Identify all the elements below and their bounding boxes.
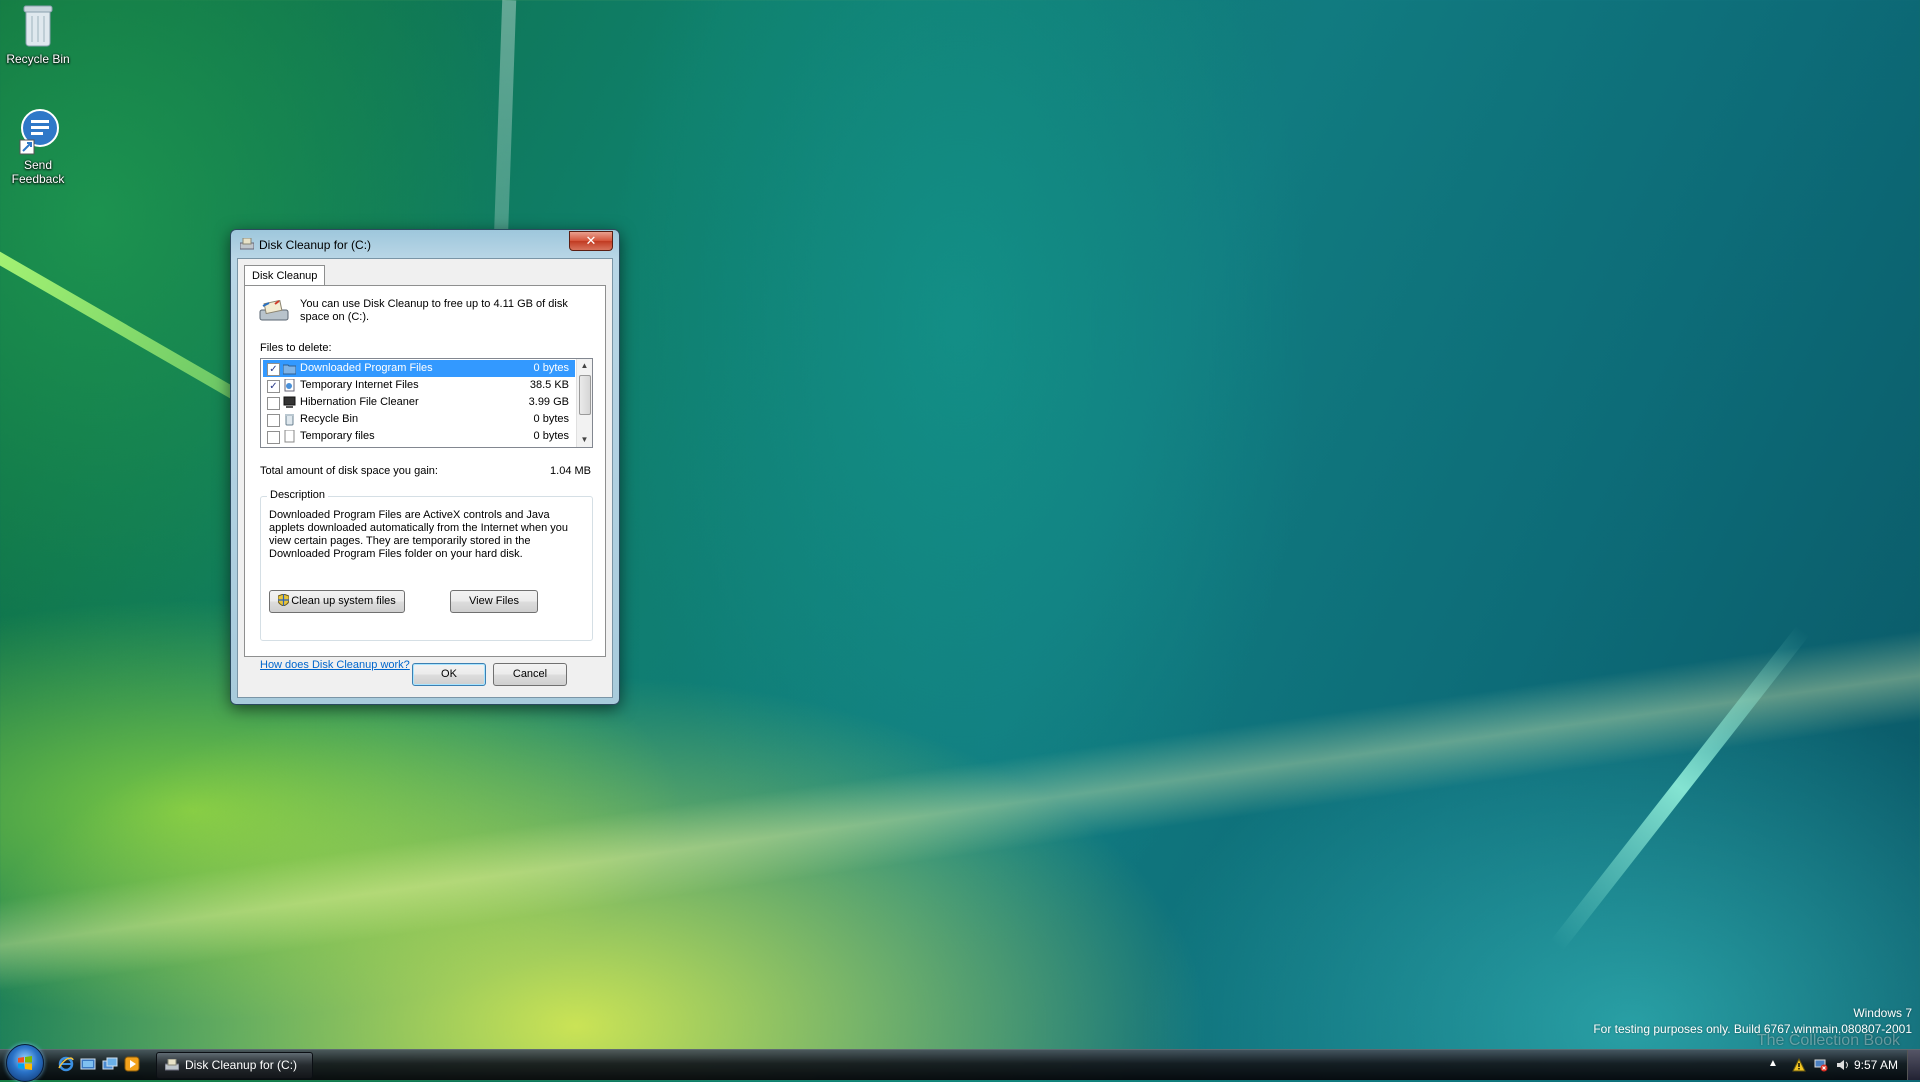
disk-cleanup-icon <box>240 238 254 250</box>
scroll-thumb[interactable] <box>579 375 591 415</box>
list-item[interactable]: Temporary files 0 bytes <box>263 428 575 445</box>
dialog-titlebar[interactable]: Disk Cleanup for (C:) ✕ <box>231 230 619 258</box>
view-files-button[interactable]: View Files <box>450 590 538 613</box>
disk-cleanup-icon <box>165 1059 179 1071</box>
scroll-up-arrow-icon[interactable]: ▲ <box>577 359 592 373</box>
clean-up-system-files-label: Clean up system files <box>291 595 396 607</box>
feedback-icon <box>19 109 59 155</box>
desktop-icon-label: Recycle Bin <box>6 52 70 66</box>
clock[interactable]: 9:57 AM <box>1854 1058 1898 1072</box>
list-item-name: Temporary Internet Files <box>300 379 419 391</box>
checkbox[interactable]: ✓ <box>267 363 280 376</box>
file-icon <box>284 430 295 443</box>
internet-explorer-icon[interactable] <box>58 1056 74 1072</box>
tab-disk-cleanup[interactable]: Disk Cleanup <box>244 265 326 286</box>
recycle-bin-icon <box>23 5 53 47</box>
recycle-bin-icon <box>285 414 294 426</box>
close-button[interactable]: ✕ <box>569 231 613 251</box>
list-item-size: 38.5 KB <box>529 379 569 391</box>
volume-icon[interactable] <box>1836 1058 1850 1072</box>
description-group: Description Downloaded Program Files are… <box>260 489 593 641</box>
cancel-button[interactable]: Cancel <box>493 663 567 686</box>
notification-area: ▲ 9:57 AM <box>1720 1050 1920 1080</box>
uac-shield-icon <box>278 594 290 606</box>
taskbar-button-disk-cleanup[interactable]: Disk Cleanup for (C:) <box>156 1052 313 1079</box>
desktop-icon-label: Send <box>23 158 53 172</box>
clean-up-system-files-button[interactable]: Clean up system files <box>269 590 405 613</box>
media-player-icon[interactable] <box>124 1056 140 1072</box>
list-item-name: Temporary files <box>300 430 375 442</box>
desktop-icon-label: Feedback <box>11 172 65 186</box>
taskbar-button-label: Disk Cleanup for (C:) <box>185 1058 298 1072</box>
intro-text: You can use Disk Cleanup to free up to 4… <box>300 298 568 323</box>
desktop-icon-recycle-bin[interactable]: Recycle Bin <box>0 2 78 66</box>
watermark-overlay: The Collection Book <box>1756 1032 1900 1049</box>
show-desktop-button[interactable] <box>1907 1050 1920 1080</box>
disk-cleanup-dialog: Disk Cleanup for (C:) ✕ Disk Cleanup You… <box>230 229 620 705</box>
action-center-warning-icon[interactable] <box>1792 1058 1806 1072</box>
show-desktop-icon[interactable] <box>80 1056 96 1072</box>
close-icon: ✕ <box>585 233 597 248</box>
switch-windows-icon[interactable] <box>102 1056 118 1072</box>
list-item-name: Hibernation File Cleaner <box>300 396 419 408</box>
dialog-title: Disk Cleanup for (C:) <box>259 238 372 252</box>
list-item[interactable]: ✓ Temporary Internet Files 38.5 KB <box>263 377 575 394</box>
windows-logo-icon <box>18 1056 32 1070</box>
show-hidden-icons-icon[interactable]: ▲ <box>1768 1058 1782 1072</box>
list-item[interactable]: Hibernation File Cleaner 3.99 GB <box>263 394 575 411</box>
list-item[interactable]: Recycle Bin 0 bytes <box>263 411 575 428</box>
description-text: Downloaded Program Files are ActiveX con… <box>269 509 569 560</box>
watermark-windows-version: Windows 7 <box>1853 1006 1912 1020</box>
list-item-name: Recycle Bin <box>300 413 359 425</box>
total-value: 1.04 MB <box>550 465 591 477</box>
list-item-name: Downloaded Program Files <box>300 362 433 374</box>
taskbar: Disk Cleanup for (C:) ▲ 9:57 AM <box>0 1044 1920 1082</box>
folder-icon <box>283 364 296 375</box>
disk-cleanup-large-icon <box>259 300 289 321</box>
list-item[interactable]: ✓ Downloaded Program Files 0 bytes <box>263 360 575 377</box>
ok-button[interactable]: OK <box>412 663 486 686</box>
files-to-delete-label: Files to delete: <box>260 342 332 354</box>
files-list-scrollbar[interactable]: ▲ ▼ <box>576 359 592 447</box>
network-icon[interactable] <box>1814 1058 1828 1072</box>
list-item-size: 0 bytes <box>533 362 569 374</box>
checkbox[interactable] <box>267 431 280 444</box>
scroll-down-arrow-icon[interactable]: ▼ <box>577 433 592 447</box>
list-item-size: 3.99 GB <box>528 396 569 408</box>
files-list[interactable]: ✓ Downloaded Program Files 0 bytes ✓ Tem… <box>260 358 593 448</box>
list-item-size: 0 bytes <box>533 430 569 442</box>
checkbox[interactable]: ✓ <box>267 380 280 393</box>
start-button[interactable] <box>6 1044 44 1082</box>
list-item-size: 0 bytes <box>533 413 569 425</box>
help-link[interactable]: How does Disk Cleanup work? <box>260 659 410 671</box>
computer-icon <box>283 396 296 408</box>
tab-panel: You can use Disk Cleanup to free up to 4… <box>244 285 606 671</box>
description-title: Description <box>267 489 329 501</box>
checkbox[interactable] <box>267 414 280 427</box>
checkbox[interactable] <box>267 397 280 410</box>
total-label: Total amount of disk space you gain: <box>260 465 438 477</box>
desktop-icon-send-feedback[interactable]: Send Feedback <box>0 108 78 186</box>
dialog-client-area: Disk Cleanup You can use Disk Cleanup to… <box>237 258 613 698</box>
document-icon <box>284 379 295 392</box>
